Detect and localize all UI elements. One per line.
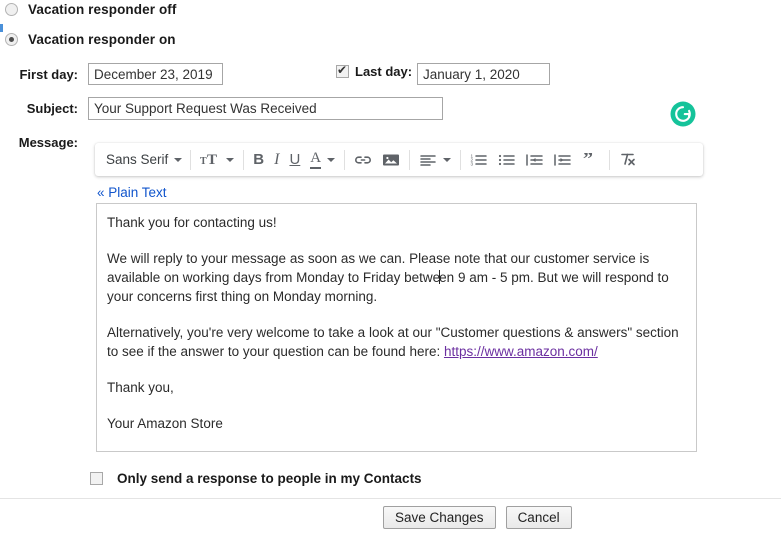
editor-toolbar: Sans Serif T T B I U A 1 2 3 ” [95, 143, 703, 176]
message-body-editor[interactable]: Thank you for contacting us! We will rep… [96, 203, 697, 452]
message-paragraph-2: We will reply to your message as soon as… [107, 249, 686, 306]
quote-icon: ” [583, 153, 593, 167]
contacts-only-label: Only send a response to people in my Con… [117, 471, 422, 486]
text-color-button[interactable]: A [305, 146, 340, 173]
image-icon [383, 154, 400, 165]
font-size-button[interactable]: T T [195, 146, 239, 173]
message-paragraph-4: Thank you, [107, 380, 174, 395]
font-family-dropdown[interactable]: Sans Serif [97, 146, 186, 173]
svg-text:3: 3 [471, 161, 474, 166]
toolbar-divider [460, 149, 462, 170]
radio-vacation-on-label: Vacation responder on [28, 32, 176, 47]
numbered-list-icon: 123 [471, 153, 487, 166]
svg-text:T: T [200, 156, 207, 167]
bulleted-list-icon [499, 154, 515, 165]
cancel-button[interactable]: Cancel [505, 506, 572, 529]
vacation-responder-settings-page: Vacation responder off Vacation responde… [0, 0, 781, 548]
bulleted-list-button[interactable] [493, 146, 521, 173]
bold-button[interactable]: B [248, 146, 269, 173]
chevron-down-icon [443, 157, 452, 162]
chevron-down-icon [174, 157, 183, 162]
numbered-list-button[interactable]: 123 [465, 146, 493, 173]
subject-label: Subject: [26, 101, 78, 116]
insert-image-button[interactable] [377, 146, 405, 173]
outdent-button[interactable] [521, 146, 549, 173]
contacts-only-group[interactable]: Only send a response to people in my Con… [90, 471, 422, 486]
subject-input[interactable] [88, 97, 443, 120]
message-paragraph-5: Your Amazon Store [107, 416, 223, 431]
radio-row-vacation-on[interactable]: Vacation responder on [0, 32, 176, 47]
link-icon [355, 155, 372, 164]
last-day-input[interactable] [417, 63, 550, 85]
underline-button[interactable]: U [284, 146, 305, 173]
contacts-only-checkbox[interactable] [90, 472, 103, 485]
footer-divider [0, 498, 781, 499]
last-day-group: Last day: [336, 63, 413, 79]
focus-indicator [0, 24, 3, 32]
font-size-icon: T T [200, 152, 217, 168]
toolbar-divider [409, 149, 411, 170]
message-paragraph-3: Alternatively, you're very welcome to ta… [107, 323, 686, 361]
toolbar-divider [190, 149, 192, 170]
toolbar-divider [344, 149, 346, 170]
plain-text-link[interactable]: « Plain Text [97, 185, 167, 200]
message-paragraph-1: Thank you for contacting us! [107, 215, 277, 230]
indent-button[interactable] [549, 146, 577, 173]
amazon-link[interactable]: https://www.amazon.com/ [444, 344, 598, 359]
svg-text:T: T [207, 152, 217, 168]
radio-vacation-off-label: Vacation responder off [28, 2, 177, 17]
svg-text:”: ” [583, 153, 593, 167]
text-color-icon: A [310, 150, 322, 169]
italic-button[interactable]: I [269, 146, 284, 173]
align-left-icon [420, 154, 436, 166]
message-label: Message: [18, 135, 78, 150]
toolbar-divider [243, 149, 245, 170]
radio-row-vacation-off[interactable]: Vacation responder off [0, 2, 176, 17]
insert-link-button[interactable] [349, 146, 377, 173]
first-day-input[interactable] [88, 63, 223, 85]
font-family-value: Sans Serif [106, 152, 169, 167]
chevron-down-icon [226, 157, 235, 162]
first-day-label: First day: [19, 67, 78, 82]
footer-button-row: Save Changes Cancel [383, 506, 572, 529]
save-changes-button[interactable]: Save Changes [383, 506, 496, 529]
last-day-checkbox[interactable] [336, 63, 349, 78]
toolbar-divider [609, 149, 611, 170]
outdent-icon [526, 153, 543, 166]
align-button[interactable] [414, 146, 456, 173]
quote-button[interactable]: ” [577, 146, 605, 173]
last-day-label: Last day: [355, 64, 413, 79]
indent-icon [554, 153, 571, 166]
radio-vacation-off-icon[interactable] [5, 3, 18, 16]
grammarly-icon[interactable] [670, 101, 696, 127]
radio-vacation-on-icon[interactable] [5, 33, 18, 46]
remove-formatting-icon [621, 153, 635, 166]
remove-formatting-button[interactable] [614, 146, 642, 173]
chevron-down-icon [327, 157, 336, 162]
